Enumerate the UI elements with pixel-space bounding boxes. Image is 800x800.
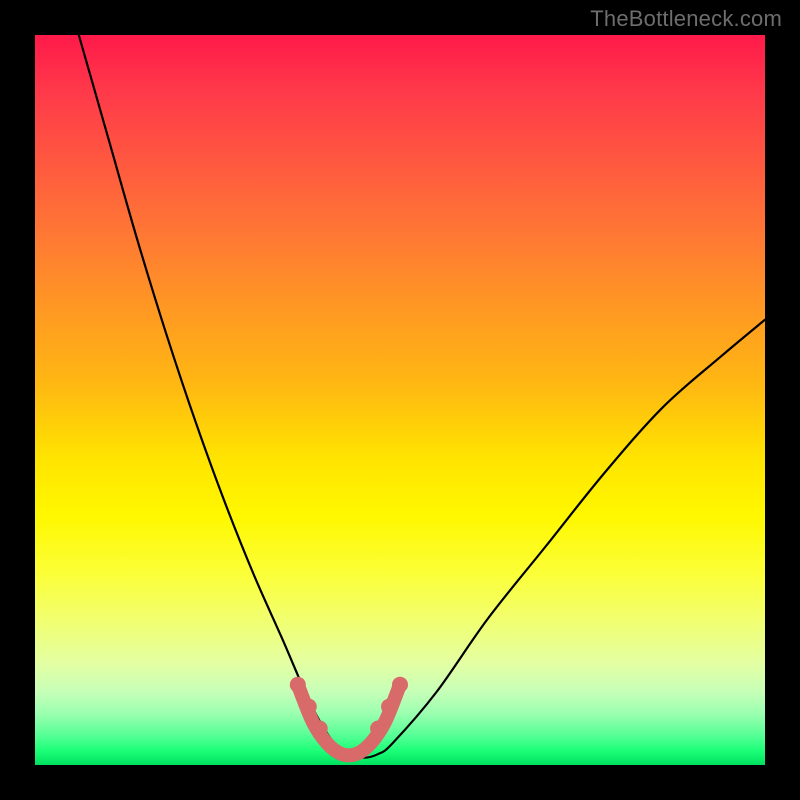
highlight-dot bbox=[312, 721, 328, 737]
highlight-dot bbox=[392, 677, 408, 693]
chart-frame: TheBottleneck.com bbox=[0, 0, 800, 800]
plot-svg bbox=[35, 35, 765, 765]
highlight-dot bbox=[381, 699, 397, 715]
highlight-dot bbox=[301, 699, 317, 715]
bottleneck-curve bbox=[79, 35, 765, 758]
highlight-dot bbox=[290, 677, 306, 693]
highlight-dot bbox=[370, 721, 386, 737]
plot-area bbox=[35, 35, 765, 765]
highlight-dots bbox=[290, 677, 408, 737]
watermark-label: TheBottleneck.com bbox=[590, 6, 782, 32]
highlight-band bbox=[298, 685, 400, 756]
